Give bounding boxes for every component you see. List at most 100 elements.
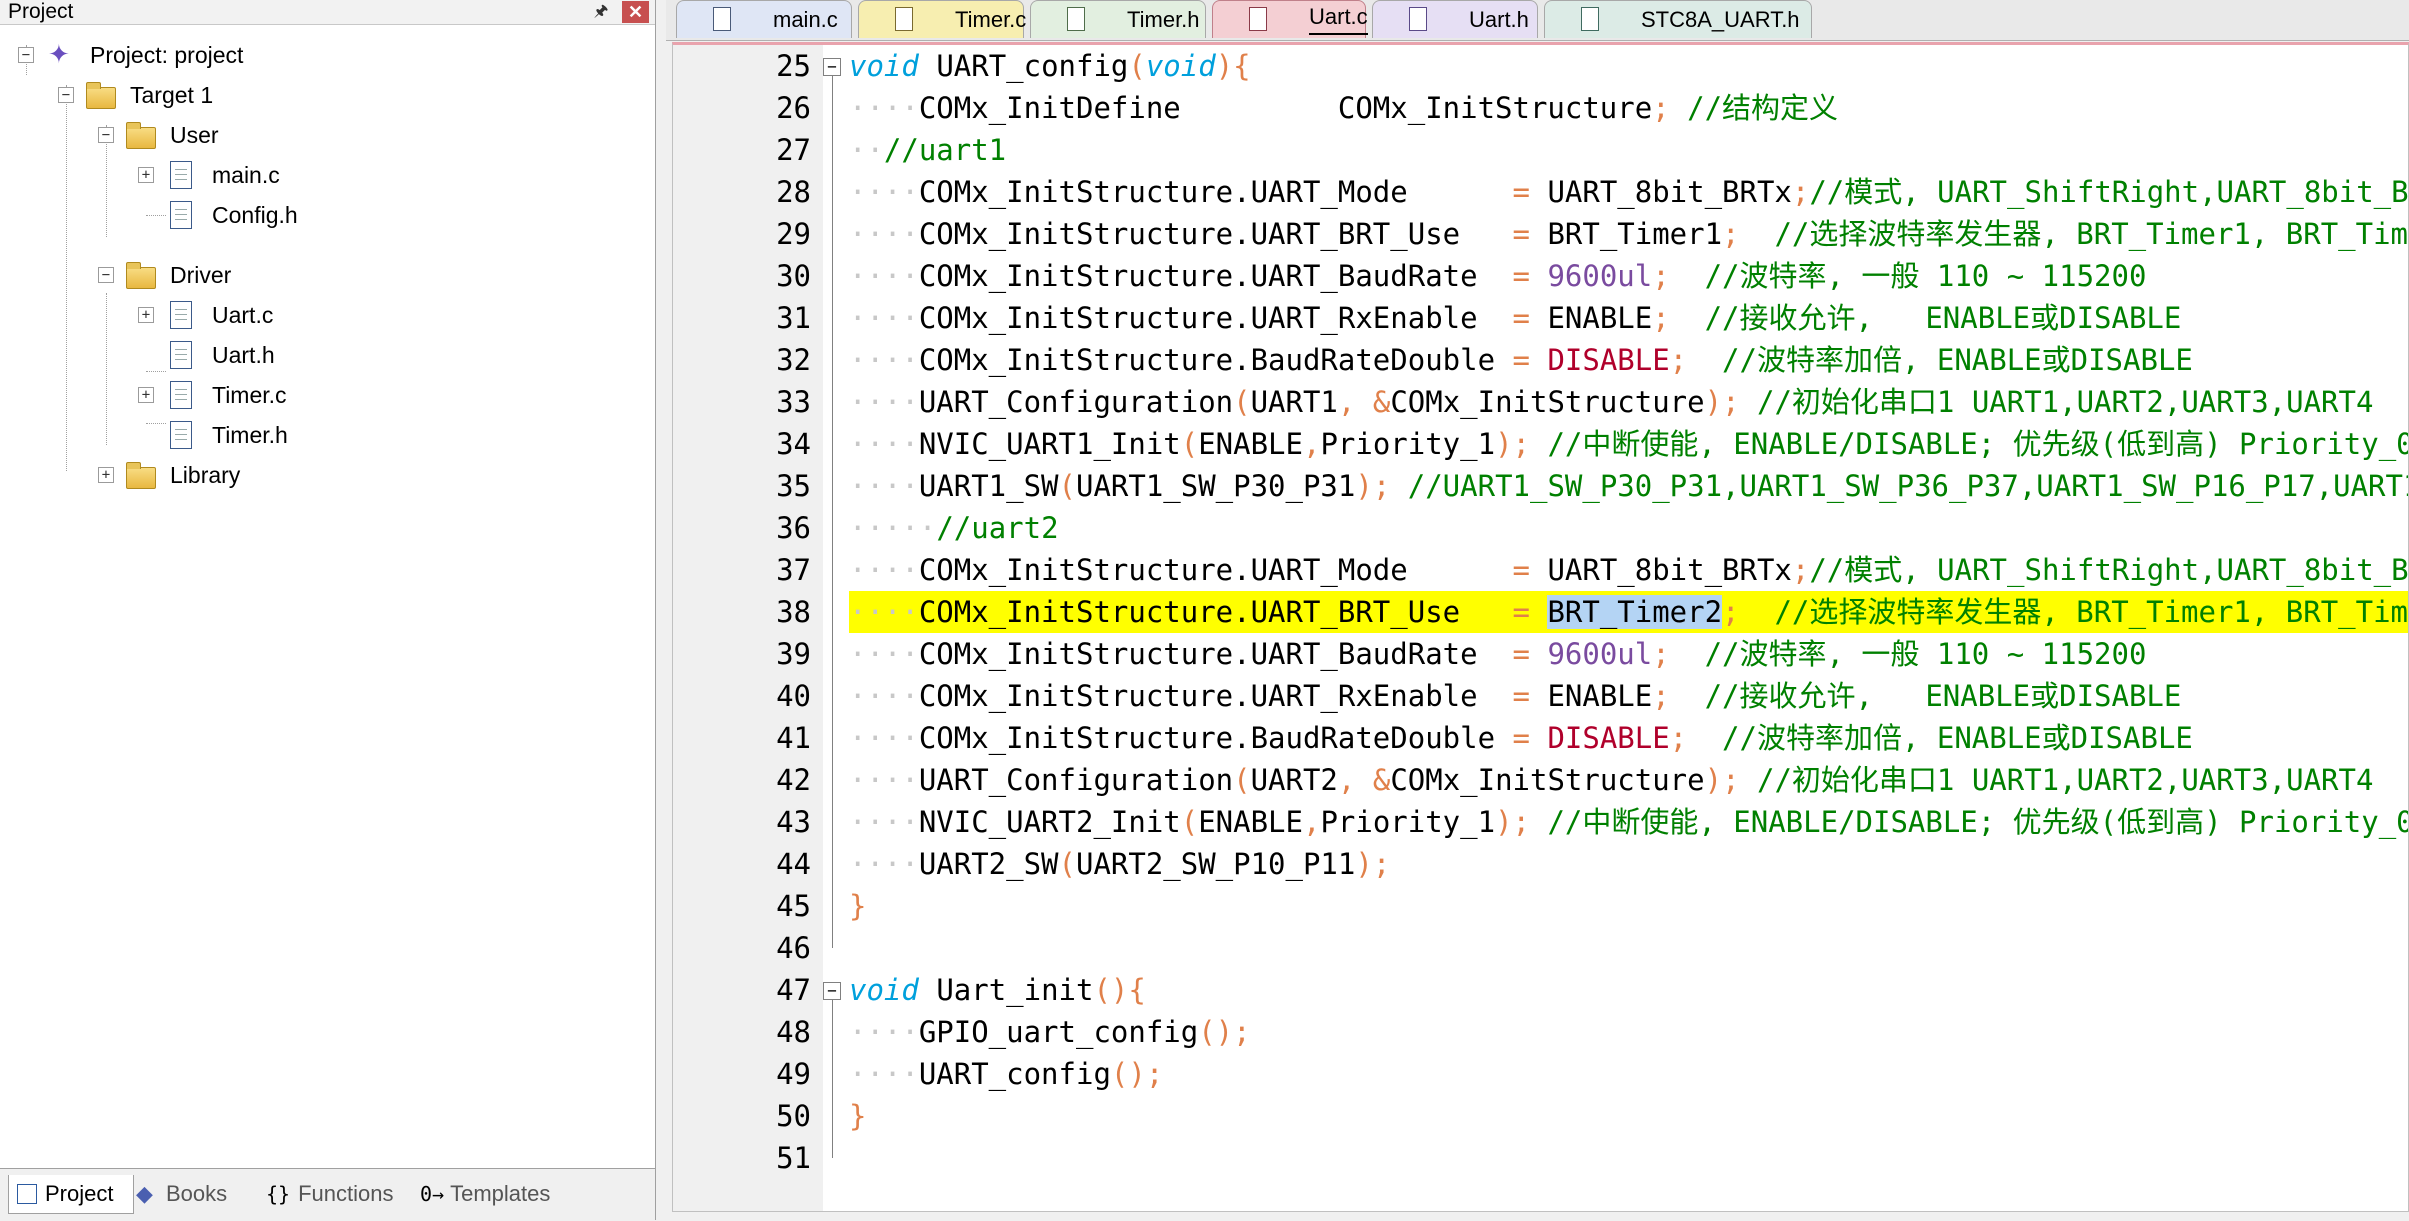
code-line[interactable]: 34 ····NVIC_UART1_Init(ENABLE,Priority_1)… (673, 423, 2408, 465)
tree-item-user-group[interactable]: − User (0, 115, 655, 155)
expand-icon[interactable]: + (138, 307, 154, 323)
code-text: ····UART2_SW(UART2_SW_P10_P11); (849, 847, 1391, 881)
tree-item-uart-c[interactable]: + Uart.c (0, 295, 655, 335)
code-line[interactable]: 48 ····GPIO_uart_config(); (673, 1011, 2408, 1053)
tree-item-timer-c[interactable]: + Timer.c (0, 375, 655, 415)
code-line[interactable]: 32 ····COMx_InitStructure.BaudRateDouble … (673, 339, 2408, 381)
folder-open-icon (126, 262, 156, 289)
code-line[interactable]: 26 ····COMx_InitDefine COMx_InitStructure… (673, 87, 2408, 129)
code-text: ····COMx_InitStructure.UART_RxEnable = E… (849, 679, 2182, 713)
file-icon (170, 341, 192, 369)
tree-item-uart-h[interactable]: Uart.h (0, 335, 655, 375)
line-number: 40 (776, 679, 811, 713)
code-text: ····COMx_InitStructure.UART_RxEnable = E… (849, 301, 2182, 335)
pin-icon[interactable]: 🖈︎ (590, 1, 612, 23)
tree-item-timer-h[interactable]: Timer.h (0, 415, 655, 455)
functions-icon: {} (266, 1182, 291, 1206)
tree-item-label: Project: project (90, 42, 244, 68)
expand-icon[interactable]: + (98, 467, 114, 483)
code-line[interactable]: 25− void UART_config(void){ (673, 45, 2408, 87)
code-line[interactable]: 33 ····UART_Configuration(UART1, &COMx_In… (673, 381, 2408, 423)
tree-item-label: Config.h (212, 202, 298, 228)
collapse-icon[interactable]: − (98, 127, 114, 143)
line-number: 48 (776, 1015, 811, 1049)
h-file-icon (1067, 7, 1085, 31)
tree-item-label: User (170, 122, 219, 148)
fold-collapse-icon[interactable]: − (823, 982, 841, 1000)
code-line[interactable]: 38 ····COMx_InitStructure.UART_BRT_Use = … (673, 591, 2408, 633)
line-number: 32 (776, 343, 811, 377)
line-number: 30 (776, 259, 811, 293)
close-icon[interactable]: ✕ (622, 1, 649, 23)
tree-item-library-group[interactable]: + Library (0, 455, 655, 495)
code-line[interactable]: 47− void Uart_init(){ (673, 969, 2408, 1011)
panel-bottom-tabs: Project ◆ Books {} Functions 0→ Template… (0, 1168, 655, 1221)
code-line[interactable]: 46 (673, 927, 2408, 969)
collapse-icon[interactable]: − (58, 87, 74, 103)
tab-functions[interactable]: {} Functions (266, 1175, 412, 1213)
code-line[interactable]: 41 ····COMx_InitStructure.BaudRateDouble … (673, 717, 2408, 759)
tab-project[interactable]: Project (8, 1175, 134, 1214)
tab-templates[interactable]: 0→ Templates (420, 1175, 580, 1213)
code-text: void UART_config(void){ (849, 49, 1251, 83)
tab-label: STC8A_UART.h (1641, 7, 1800, 32)
tab-uart-c[interactable]: Uart.c (1212, 0, 1368, 38)
fold-collapse-icon[interactable]: − (823, 58, 841, 76)
file-icon (170, 421, 192, 449)
fold-guide (832, 76, 833, 948)
line-number: 34 (776, 427, 811, 461)
tree-item-target[interactable]: − Target 1 (0, 75, 655, 115)
code-line[interactable]: 31 ····COMx_InitStructure.UART_RxEnable =… (673, 297, 2408, 339)
code-line[interactable]: 29 ····COMx_InitStructure.UART_BRT_Use = … (673, 213, 2408, 255)
expand-icon[interactable]: + (138, 387, 154, 403)
line-number: 50 (776, 1099, 811, 1133)
code-text: ····COMx_InitStructure.UART_Mode = UART_… (849, 553, 2409, 587)
code-line[interactable]: 35 ····UART1_SW(UART1_SW_P30_P31); //UART… (673, 465, 2408, 507)
line-number: 38 (776, 595, 811, 629)
code-line[interactable]: 30 ····COMx_InitStructure.UART_BaudRate =… (673, 255, 2408, 297)
tab-uart-h[interactable]: Uart.h (1372, 0, 1538, 38)
line-number: 44 (776, 847, 811, 881)
tab-main-c[interactable]: main.c (676, 0, 852, 38)
line-number: 43 (776, 805, 811, 839)
c-file-icon (1249, 7, 1267, 31)
code-line[interactable]: 44 ····UART2_SW(UART2_SW_P10_P11); (673, 843, 2408, 885)
code-line[interactable]: 39 ····COMx_InitStructure.UART_BaudRate =… (673, 633, 2408, 675)
tree-item-driver-group[interactable]: − Driver (0, 255, 655, 295)
collapse-icon[interactable]: − (98, 267, 114, 283)
code-line[interactable]: 43 ····NVIC_UART2_Init(ENABLE,Priority_1)… (673, 801, 2408, 843)
tab-label: Project (45, 1181, 114, 1206)
line-number: 51 (776, 1141, 811, 1175)
tree-item-label: Uart.c (212, 302, 274, 328)
code-text: void Uart_init(){ (849, 973, 1146, 1007)
code-line[interactable]: 49 ····UART_config(); (673, 1053, 2408, 1095)
tree-item-config-h[interactable]: Config.h (0, 195, 655, 235)
tab-timer-h[interactable]: Timer.h (1030, 0, 1206, 38)
code-text: ····COMx_InitDefine COMx_InitStructure; … (849, 91, 1839, 125)
code-editor[interactable]: 25− void UART_config(void){26 ····COMx_Ini… (672, 42, 2409, 1212)
expand-icon[interactable]: + (138, 167, 154, 183)
code-line[interactable]: 28 ····COMx_InitStructure.UART_Mode = UAR… (673, 171, 2409, 213)
code-line[interactable]: 40 ····COMx_InitStructure.UART_RxEnable =… (673, 675, 2408, 717)
code-text: ····COMx_InitStructure.UART_BRT_Use = BR… (849, 591, 2408, 633)
tab-label: Books (166, 1181, 228, 1206)
code-text: ····UART_config(); (849, 1057, 1164, 1091)
tab-books[interactable]: ◆ Books (136, 1175, 256, 1213)
tree-item-main-c[interactable]: + main.c (0, 155, 655, 195)
code-line[interactable]: 51 (673, 1137, 2408, 1179)
code-line[interactable]: 37 ····COMx_InitStructure.UART_Mode = UAR… (673, 549, 2409, 591)
tab-stc8a-uart-h[interactable]: STC8A_UART.h (1544, 0, 1812, 38)
code-line[interactable]: 42 ····UART_Configuration(UART2, &COMx_In… (673, 759, 2408, 801)
code-line[interactable]: 27 ··//uart1 (673, 129, 2408, 171)
line-number: 49 (776, 1057, 811, 1091)
code-line[interactable]: 50} (673, 1095, 2408, 1137)
tab-label: Templates (450, 1181, 551, 1206)
code-text: ····COMx_InitStructure.UART_Mode = UART_… (849, 175, 2409, 209)
collapse-icon[interactable]: − (18, 47, 34, 63)
panel-title: Project (8, 0, 74, 23)
code-line[interactable]: 45} (673, 885, 2408, 927)
code-line[interactable]: 36 ·····//uart2 (673, 507, 2408, 549)
tab-timer-c[interactable]: Timer.c (858, 0, 1026, 38)
line-number: 41 (776, 721, 811, 755)
tree-item-project[interactable]: − ✦ Project: project (0, 35, 655, 75)
